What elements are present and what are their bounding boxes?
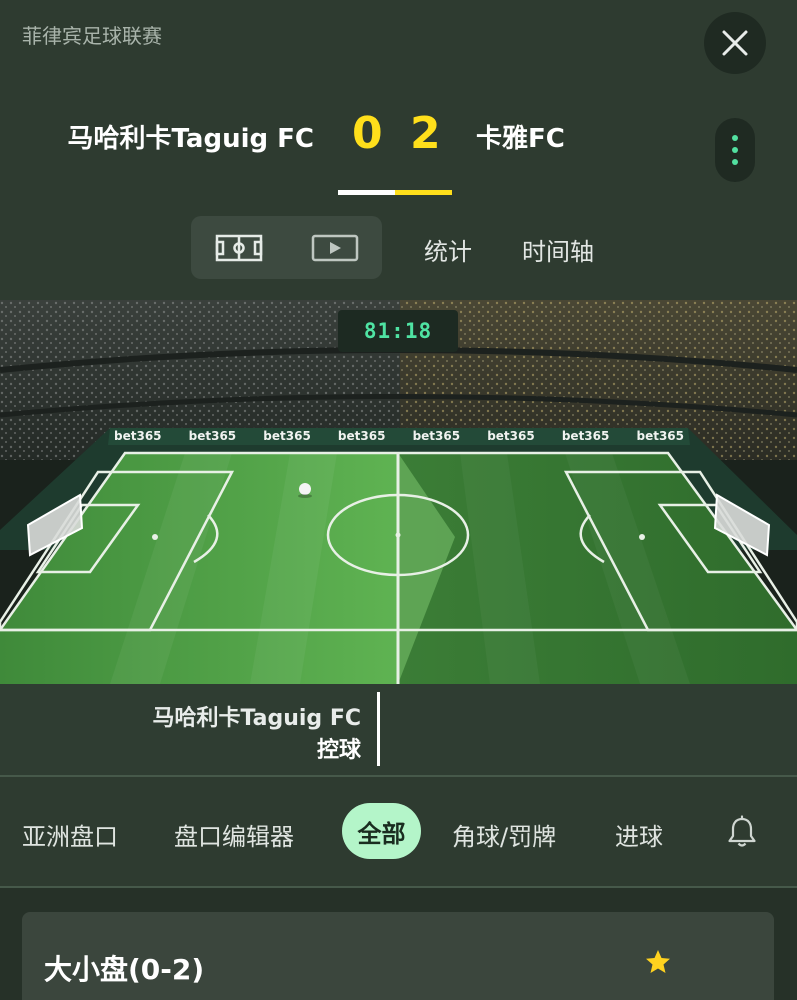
view-toggle: [191, 216, 382, 279]
notification-button[interactable]: [726, 815, 758, 853]
tab-timeline[interactable]: 时间轴: [522, 232, 594, 267]
ad-text: bet365: [263, 429, 311, 443]
match-clock: 81:18: [338, 310, 458, 352]
markets-list: 大小盘(0-2): [0, 888, 797, 1000]
league-name: 菲律宾足球联赛: [22, 24, 162, 48]
market-title: 大小盘(0-2): [44, 953, 205, 986]
ad-text: bet365: [188, 429, 237, 443]
filter-all[interactable]: 全部: [342, 803, 421, 859]
tab-stats[interactable]: 统计: [424, 232, 472, 267]
away-team-name: 卡雅FC: [476, 124, 565, 154]
live-pitch-view: bet365 bet365 bet365 bet365 bet365 bet36…: [0, 300, 797, 684]
ad-text: bet365: [412, 429, 461, 443]
ad-text: bet365: [114, 429, 162, 443]
video-view-button[interactable]: [311, 234, 359, 266]
star-icon: [646, 950, 670, 973]
filter-corners-cards[interactable]: 角球/罚牌: [452, 817, 556, 852]
close-button[interactable]: [704, 12, 766, 74]
match-screen: 菲律宾足球联赛 马哈利卡Taguig FC 0 2 卡雅FC 统计 时间轴 be…: [0, 0, 797, 1000]
home-score: 0: [352, 108, 383, 159]
ad-text: bet365: [337, 429, 386, 443]
more-vertical-icon: [732, 135, 738, 141]
ad-text: bet365: [561, 429, 610, 443]
possession-label: 控球: [316, 738, 361, 763]
favourite-button[interactable]: [644, 948, 672, 980]
ad-text: bet365: [487, 429, 535, 443]
market-filter-bar: 亚洲盘口 盘口编辑器 全部 角球/罚牌 进球: [0, 777, 797, 887]
home-indicator-bar: [338, 190, 395, 195]
more-options-button[interactable]: [715, 118, 755, 182]
away-indicator-bar: [395, 190, 452, 195]
ad-text: bet365: [636, 429, 684, 443]
bell-icon: [728, 815, 756, 847]
pitch-graphic: [0, 300, 797, 684]
filter-goals[interactable]: 进球: [615, 817, 663, 852]
possession-marker: [377, 692, 380, 766]
away-score: 2: [410, 108, 441, 159]
possession-panel: 马哈利卡Taguig FC 控球: [0, 684, 797, 776]
video-icon: [311, 234, 359, 262]
market-card[interactable]: 大小盘(0-2): [22, 912, 774, 1000]
possession-team: 马哈利卡Taguig FC: [152, 706, 361, 731]
close-icon: [722, 30, 748, 56]
pitch-view-button[interactable]: [215, 234, 263, 266]
score-indicator: [338, 190, 452, 195]
home-team-name: 马哈利卡Taguig FC: [67, 124, 314, 154]
filter-asian-handicap[interactable]: 亚洲盘口: [22, 817, 118, 852]
match-header: 菲律宾足球联赛 马哈利卡Taguig FC 0 2 卡雅FC 统计 时间轴: [0, 0, 797, 300]
ad-board-strip: bet365 bet365 bet365 bet365 bet365 bet36…: [114, 429, 684, 445]
pitch-view-icon: [215, 234, 263, 262]
filter-bet-builder[interactable]: 盘口编辑器: [174, 817, 294, 852]
